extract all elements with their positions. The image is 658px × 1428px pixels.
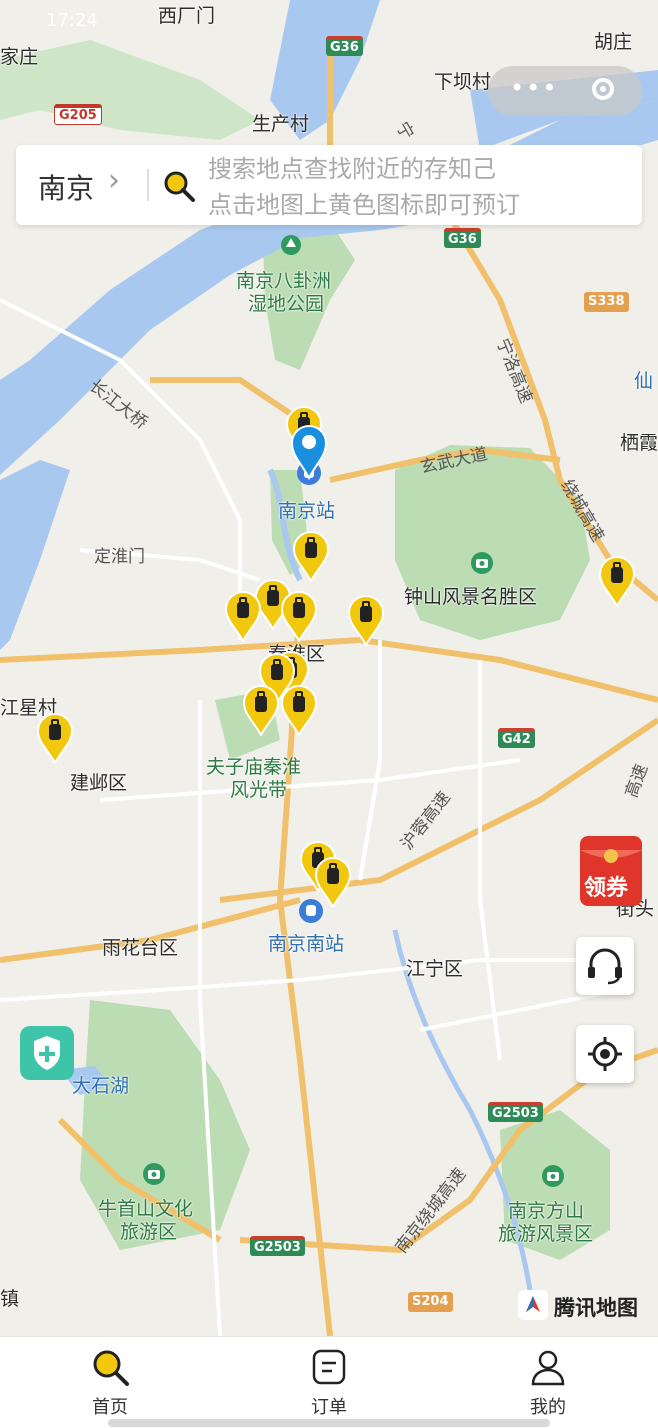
place-nanjing-south: 南京南站: [268, 933, 345, 955]
place-shengchancun: 生产村: [252, 113, 310, 135]
shield-plus-icon: [34, 1036, 60, 1070]
user-icon: [531, 1350, 565, 1386]
place-fuzimiao-2: 风光带: [230, 779, 288, 801]
place-jianye: 建邺区: [70, 772, 128, 794]
storage-pin[interactable]: [598, 555, 636, 609]
place-bagua-1: 南京八卦洲: [236, 270, 332, 292]
tab-home[interactable]: 首页: [50, 1337, 170, 1428]
place-qixia: 栖霞: [620, 432, 658, 454]
customer-service-button[interactable]: [576, 937, 634, 995]
shield-g2503-bottom: G2503: [250, 1236, 305, 1256]
status-time: 17:24: [46, 10, 98, 31]
search-bar: 南京 › 搜索地点查找附近的存知己 点击地图上黄色图标即可预订: [16, 145, 642, 225]
place-dashihu: 大石湖: [72, 1075, 130, 1097]
place-fuzimiao-1: 夫子庙秦淮: [206, 756, 302, 778]
place-zhongshan: 钟山风景名胜区: [404, 586, 538, 608]
tencent-map-logo: 腾讯地图: [518, 1290, 638, 1320]
shield-g205: G205: [54, 104, 102, 125]
shield-g42: G42: [498, 728, 535, 748]
place-bagua-2: 湿地公园: [248, 293, 325, 315]
storage-pin[interactable]: [36, 712, 74, 766]
place-nanjing-station: 南京站: [278, 500, 336, 522]
close-miniprogram-icon[interactable]: [592, 78, 614, 100]
storage-pin[interactable]: [224, 590, 262, 644]
shield-g2503-right: G2503: [488, 1102, 543, 1122]
compass-icon: [518, 1290, 548, 1320]
coupon-label: 领券: [584, 876, 629, 901]
tab-home-label: 首页: [92, 1397, 128, 1418]
search-icon: [164, 171, 195, 202]
current-location-pin[interactable]: [290, 424, 328, 481]
order-icon: [312, 1349, 346, 1385]
storage-pin[interactable]: [314, 856, 352, 910]
search-placeholder-line-1: 搜索地点查找附近的存知己: [208, 155, 496, 183]
tab-orders[interactable]: 订单: [269, 1337, 389, 1428]
search-input[interactable]: 搜索地点查找附近的存知己 点击地图上黄色图标即可预订: [208, 151, 628, 219]
place-jiangning: 江宁区: [406, 958, 464, 980]
status-bar: 17:24: [0, 0, 658, 44]
storage-pin[interactable]: [280, 684, 318, 738]
shield-s204: S204: [408, 1292, 453, 1312]
miniprogram-capsule: •••: [488, 66, 642, 116]
home-indicator: [108, 1419, 550, 1427]
scenic-camera-icon: [143, 1163, 165, 1185]
storage-pin[interactable]: [292, 530, 330, 584]
storage-pin[interactable]: [347, 594, 385, 648]
place-zhen: 镇: [0, 1288, 20, 1310]
search-icon: [93, 1350, 129, 1386]
tab-profile-label: 我的: [530, 1397, 566, 1418]
place-yuhuatai: 雨花台区: [102, 937, 179, 959]
place-xian: 仙: [634, 370, 654, 392]
city-selector[interactable]: 南京: [38, 167, 94, 207]
scenic-camera-icon: [542, 1165, 564, 1187]
storage-pin[interactable]: [242, 684, 280, 738]
park-tree-icon: [281, 235, 301, 255]
crosshair-icon: [588, 1037, 622, 1071]
place-niushou-1: 牛首山文化: [98, 1198, 194, 1220]
storage-pin[interactable]: [280, 590, 318, 644]
tab-orders-label: 订单: [311, 1397, 347, 1418]
place-fangshan-2: 旅游风景区: [498, 1223, 594, 1245]
shield-s338: S338: [584, 292, 629, 312]
place-fangshan-1: 南京方山: [508, 1200, 585, 1222]
coupon-button[interactable]: 领券: [578, 832, 648, 908]
place-dinghuaimen: 定淮门: [94, 547, 145, 567]
divider: [147, 169, 149, 201]
place-jiazhuang: 家庄: [0, 46, 39, 68]
tab-bar: 首页 订单 我的: [0, 1336, 658, 1428]
scenic-camera-icon: [471, 552, 493, 574]
search-placeholder-line-2: 点击地图上黄色图标即可预订: [208, 191, 520, 219]
locate-me-button[interactable]: [576, 1025, 634, 1083]
more-menu-icon[interactable]: •••: [510, 74, 558, 102]
shield-g36: G36: [444, 228, 481, 248]
insurance-button[interactable]: [20, 1026, 74, 1080]
tab-profile[interactable]: 我的: [488, 1337, 608, 1428]
place-xiabacun: 下坝村: [434, 71, 492, 93]
place-niushou-2: 旅游区: [120, 1221, 178, 1243]
headset-icon: [588, 948, 622, 985]
chevron-right-icon: ›: [108, 163, 120, 198]
map-provider-label: 腾讯地图: [554, 1296, 638, 1320]
